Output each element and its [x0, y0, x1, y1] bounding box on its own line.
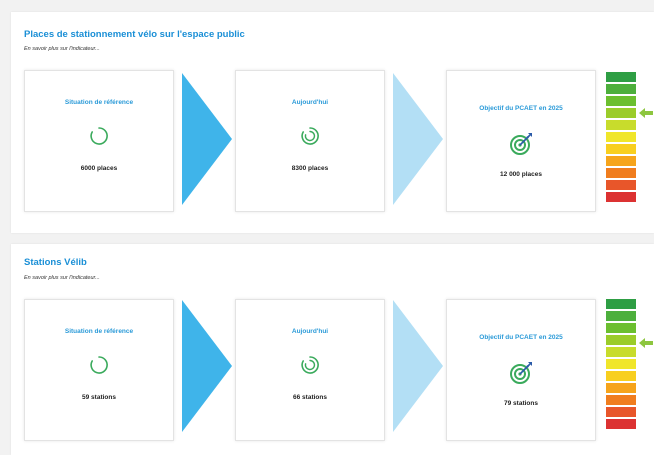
arrow-right-icon [393, 73, 443, 205]
card-value: 59 stations [82, 394, 116, 401]
arrow-right-icon [182, 300, 232, 432]
card-label: Objectif du PCAET en 2025 [479, 105, 563, 112]
card-label: Situation de référence [64, 328, 134, 335]
learn-more-link[interactable]: En savoir plus sur l'indicateur... [24, 46, 100, 52]
rating-scale [606, 299, 636, 431]
card-value: 6000 places [80, 165, 118, 172]
progress-ring-icon [300, 126, 320, 151]
arrow-right-icon [182, 73, 232, 205]
card-label: Aujourd'hui [291, 99, 329, 106]
progress-ring-icon [300, 355, 320, 380]
indicator-section-velib-stations: Stations Vélib En savoir plus sur l'indi… [11, 244, 654, 455]
card-objective: Objectif du PCAET en 2025 79 stations [446, 299, 596, 441]
indicator-section-bike-parking: Places de stationnement vélo sur l'espac… [11, 12, 654, 233]
progress-ring-icon [89, 355, 109, 380]
scale-marker-arrow-icon [639, 338, 653, 348]
card-objective: Objectif du PCAET en 2025 12 000 places [446, 70, 596, 212]
card-value: 8300 places [291, 165, 329, 172]
card-reference: Situation de référence 59 stations [24, 299, 174, 441]
scale-marker-arrow-icon [639, 108, 653, 118]
arrow-right-icon [393, 300, 443, 432]
section-title: Stations Vélib [24, 257, 87, 268]
rating-scale [606, 72, 636, 204]
card-today: Aujourd'hui 66 stations [235, 299, 385, 441]
card-today: Aujourd'hui 8300 places [235, 70, 385, 212]
target-icon [508, 131, 534, 162]
card-label: Aujourd'hui [291, 328, 329, 335]
target-icon [508, 360, 534, 391]
card-label: Objectif du PCAET en 2025 [479, 334, 563, 341]
card-value: 66 stations [293, 394, 327, 401]
card-value: 79 stations [504, 400, 538, 407]
card-value: 12 000 places [500, 171, 542, 178]
card-label: Situation de référence [64, 99, 134, 106]
progress-ring-icon [89, 126, 109, 151]
dashboard-page: Places de stationnement vélo sur l'espac… [0, 0, 654, 455]
section-title: Places de stationnement vélo sur l'espac… [24, 29, 245, 40]
card-reference: Situation de référence 6000 places [24, 70, 174, 212]
learn-more-link[interactable]: En savoir plus sur l'indicateur... [24, 275, 100, 281]
